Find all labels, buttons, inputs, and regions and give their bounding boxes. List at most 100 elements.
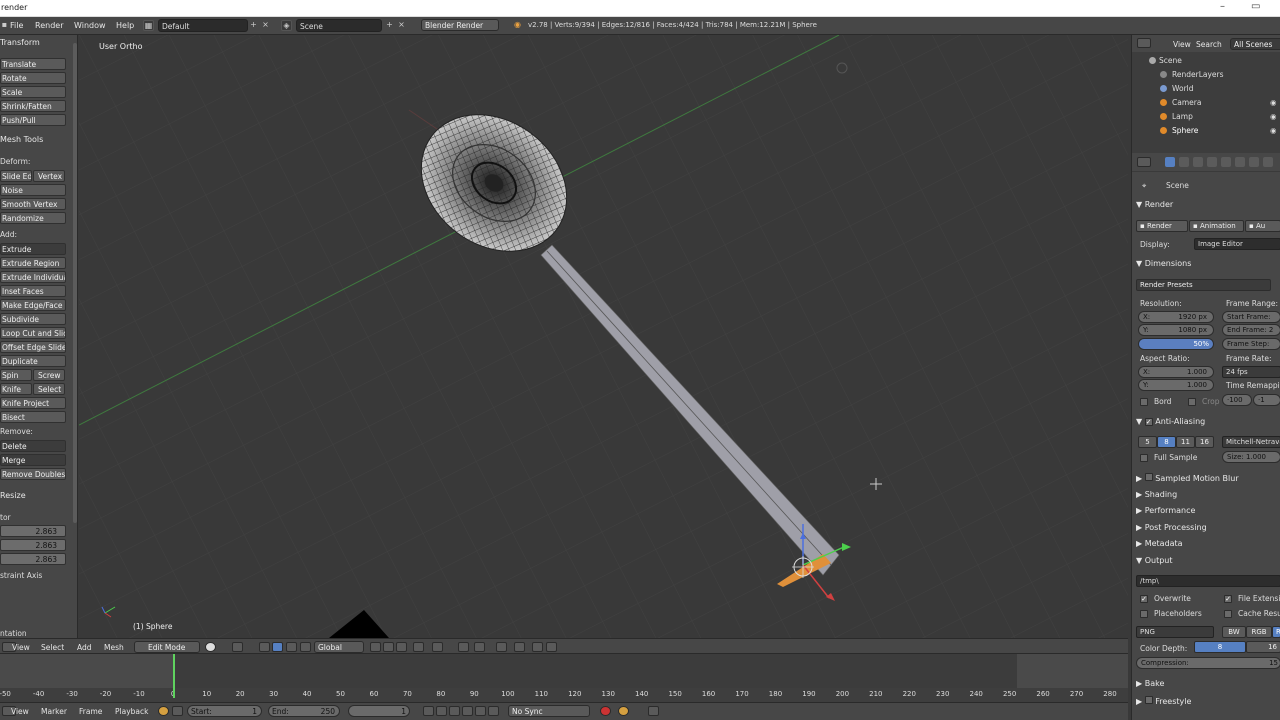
aa-8-button[interactable]: 8: [1157, 436, 1176, 448]
remove-scene-icon[interactable]: ×: [396, 20, 407, 31]
aa-filter-dropdown[interactable]: Mitchell-Netrava: [1222, 436, 1280, 448]
manipulator-icon[interactable]: [259, 642, 270, 652]
outliner-renderlayers[interactable]: RenderLayers: [1172, 70, 1224, 79]
metadata-panel-header[interactable]: ▶ Metadata: [1136, 539, 1183, 548]
display-mode-dropdown[interactable]: All Scenes: [1230, 38, 1280, 50]
render-tab-icon[interactable]: [1165, 157, 1175, 167]
next-keyframe-icon[interactable]: [475, 706, 486, 716]
bake-panel-header[interactable]: ▶ Bake: [1136, 679, 1164, 688]
bisect-button[interactable]: Bisect: [0, 411, 66, 423]
bw-button[interactable]: BW: [1222, 626, 1246, 638]
3d-viewport[interactable]: User Ortho (1) Sphere: [79, 35, 1128, 638]
face-select-icon[interactable]: [396, 642, 407, 652]
jump-start-icon[interactable]: [423, 706, 434, 716]
rgb-button[interactable]: RGB: [1246, 626, 1272, 638]
timeline-marker-menu[interactable]: Marker: [41, 707, 67, 716]
edge-select-icon[interactable]: [383, 642, 394, 652]
screw-button[interactable]: Screw: [33, 369, 65, 381]
rotate-manipulator-icon[interactable]: [286, 642, 297, 652]
spin-button[interactable]: Spin: [0, 369, 32, 381]
remap-old-field[interactable]: ·100: [1222, 394, 1252, 406]
smooth-vertex-button[interactable]: Smooth Vertex: [0, 198, 66, 210]
dimensions-panel-header[interactable]: ▼ Dimensions: [1136, 259, 1191, 268]
mesh-tools-header[interactable]: Mesh Tools: [0, 135, 43, 144]
play-reverse-icon[interactable]: [449, 706, 460, 716]
aa-11-button[interactable]: 11: [1176, 436, 1195, 448]
constraints-tab-icon[interactable]: [1235, 157, 1245, 167]
vector-x-field[interactable]: 2.863: [0, 525, 66, 537]
outliner-camera[interactable]: Camera: [1172, 98, 1201, 107]
timeline[interactable]: -50-40-30-20-100102030405060708090100110…: [0, 654, 1128, 702]
knife-button[interactable]: Knife: [0, 383, 32, 395]
audio-button[interactable]: ▪ Au: [1245, 220, 1280, 232]
vertex-select-icon[interactable]: [370, 642, 381, 652]
aa-16-button[interactable]: 16: [1195, 436, 1214, 448]
menu-render[interactable]: Render: [35, 21, 63, 30]
resolution-percentage-field[interactable]: 50%: [1138, 338, 1214, 350]
timeline-ruler[interactable]: -50-40-30-20-100102030405060708090100110…: [0, 688, 1128, 702]
filter-size-field[interactable]: Size: 1.000: [1222, 451, 1280, 463]
noise-button[interactable]: Noise: [0, 184, 66, 196]
freestyle-panel-header[interactable]: ▶ Freestyle: [1136, 696, 1191, 706]
world-tab-icon[interactable]: [1207, 157, 1217, 167]
vector-y-field[interactable]: 2.863: [0, 539, 66, 551]
jump-end-icon[interactable]: [488, 706, 499, 716]
render-button[interactable]: ▪ Render: [1136, 220, 1188, 232]
depth-8-button[interactable]: 8: [1194, 641, 1246, 653]
overwrite-checkbox[interactable]: ✓: [1140, 595, 1148, 603]
aa-5-button[interactable]: 5: [1138, 436, 1157, 448]
loop-cut-button[interactable]: Loop Cut and Slide: [0, 327, 66, 339]
outliner-sphere[interactable]: Sphere: [1172, 126, 1198, 135]
offset-edge-slide-button[interactable]: Offset Edge Slide: [0, 341, 66, 353]
remove-layout-icon[interactable]: ×: [260, 20, 271, 31]
add-scene-icon[interactable]: +: [384, 20, 395, 31]
snap-icon[interactable]: [458, 642, 469, 652]
timeline-playback-menu[interactable]: Playback: [115, 707, 148, 716]
aspect-y-field[interactable]: Y: 1.000: [1138, 379, 1214, 391]
tool-shelf-scrollbar[interactable]: [73, 43, 77, 523]
extrude-individual-button[interactable]: Extrude Individual: [0, 271, 66, 283]
select-menu[interactable]: Select: [41, 643, 64, 652]
translate-button[interactable]: Translate: [0, 58, 66, 70]
lamp-visibility-eye-icon[interactable]: ◉: [1270, 112, 1277, 121]
inset-faces-button[interactable]: Inset Faces: [0, 285, 66, 297]
pivot-icon[interactable]: [232, 642, 243, 652]
camera-visibility-eye-icon[interactable]: ◉: [1270, 98, 1277, 107]
pin-icon[interactable]: ⌖: [1142, 181, 1146, 191]
outliner-world[interactable]: World: [1172, 84, 1194, 93]
outliner-lamp[interactable]: Lamp: [1172, 112, 1193, 121]
layers-icon[interactable]: [496, 642, 507, 652]
performance-panel-header[interactable]: ▶ Performance: [1136, 506, 1195, 515]
prev-keyframe-icon[interactable]: [436, 706, 447, 716]
view-menu[interactable]: View: [12, 643, 30, 652]
editor-type-outliner-icon[interactable]: [1137, 38, 1151, 48]
push-pull-button[interactable]: Push/Pull: [0, 114, 66, 126]
mesh-menu[interactable]: Mesh: [104, 643, 124, 652]
scene-icon[interactable]: ◈: [281, 20, 292, 31]
start-frame-field[interactable]: Start: 1: [187, 705, 262, 717]
minimize-button[interactable]: –: [1220, 1, 1225, 12]
delete-dropdown[interactable]: Delete: [0, 440, 66, 452]
keying-set-icon[interactable]: [618, 706, 629, 716]
translate-manipulator-icon[interactable]: [272, 642, 283, 652]
object-tab-icon[interactable]: [1221, 157, 1231, 167]
randomize-button[interactable]: Randomize: [0, 212, 66, 224]
play-icon[interactable]: [462, 706, 473, 716]
extrude-region-button[interactable]: Extrude Region: [0, 257, 66, 269]
frame-step-prop[interactable]: Frame Step:: [1222, 338, 1280, 350]
border-checkbox[interactable]: [1140, 398, 1148, 406]
motion-blur-panel-header[interactable]: ▶ Sampled Motion Blur: [1136, 473, 1239, 483]
cache-result-checkbox[interactable]: [1224, 610, 1232, 618]
mode-dropdown[interactable]: Edit Mode: [134, 641, 200, 653]
screen-layout-field[interactable]: Default: [158, 19, 248, 32]
menu-file[interactable]: File: [10, 21, 23, 30]
freestyle-checkbox[interactable]: [1144, 696, 1153, 704]
sphere-visibility-eye-icon[interactable]: ◉: [1270, 126, 1277, 135]
file-extensions-checkbox[interactable]: ✓: [1224, 595, 1232, 603]
slide-vertex-button[interactable]: Vertex: [33, 170, 65, 182]
resolution-x-field[interactable]: X: 1920 px: [1138, 311, 1214, 323]
make-edge-face-button[interactable]: Make Edge/Face: [0, 299, 66, 311]
file-format-dropdown[interactable]: PNG: [1136, 626, 1214, 638]
vector-z-field[interactable]: 2.863: [0, 553, 66, 565]
current-frame-field[interactable]: 1: [348, 705, 410, 717]
